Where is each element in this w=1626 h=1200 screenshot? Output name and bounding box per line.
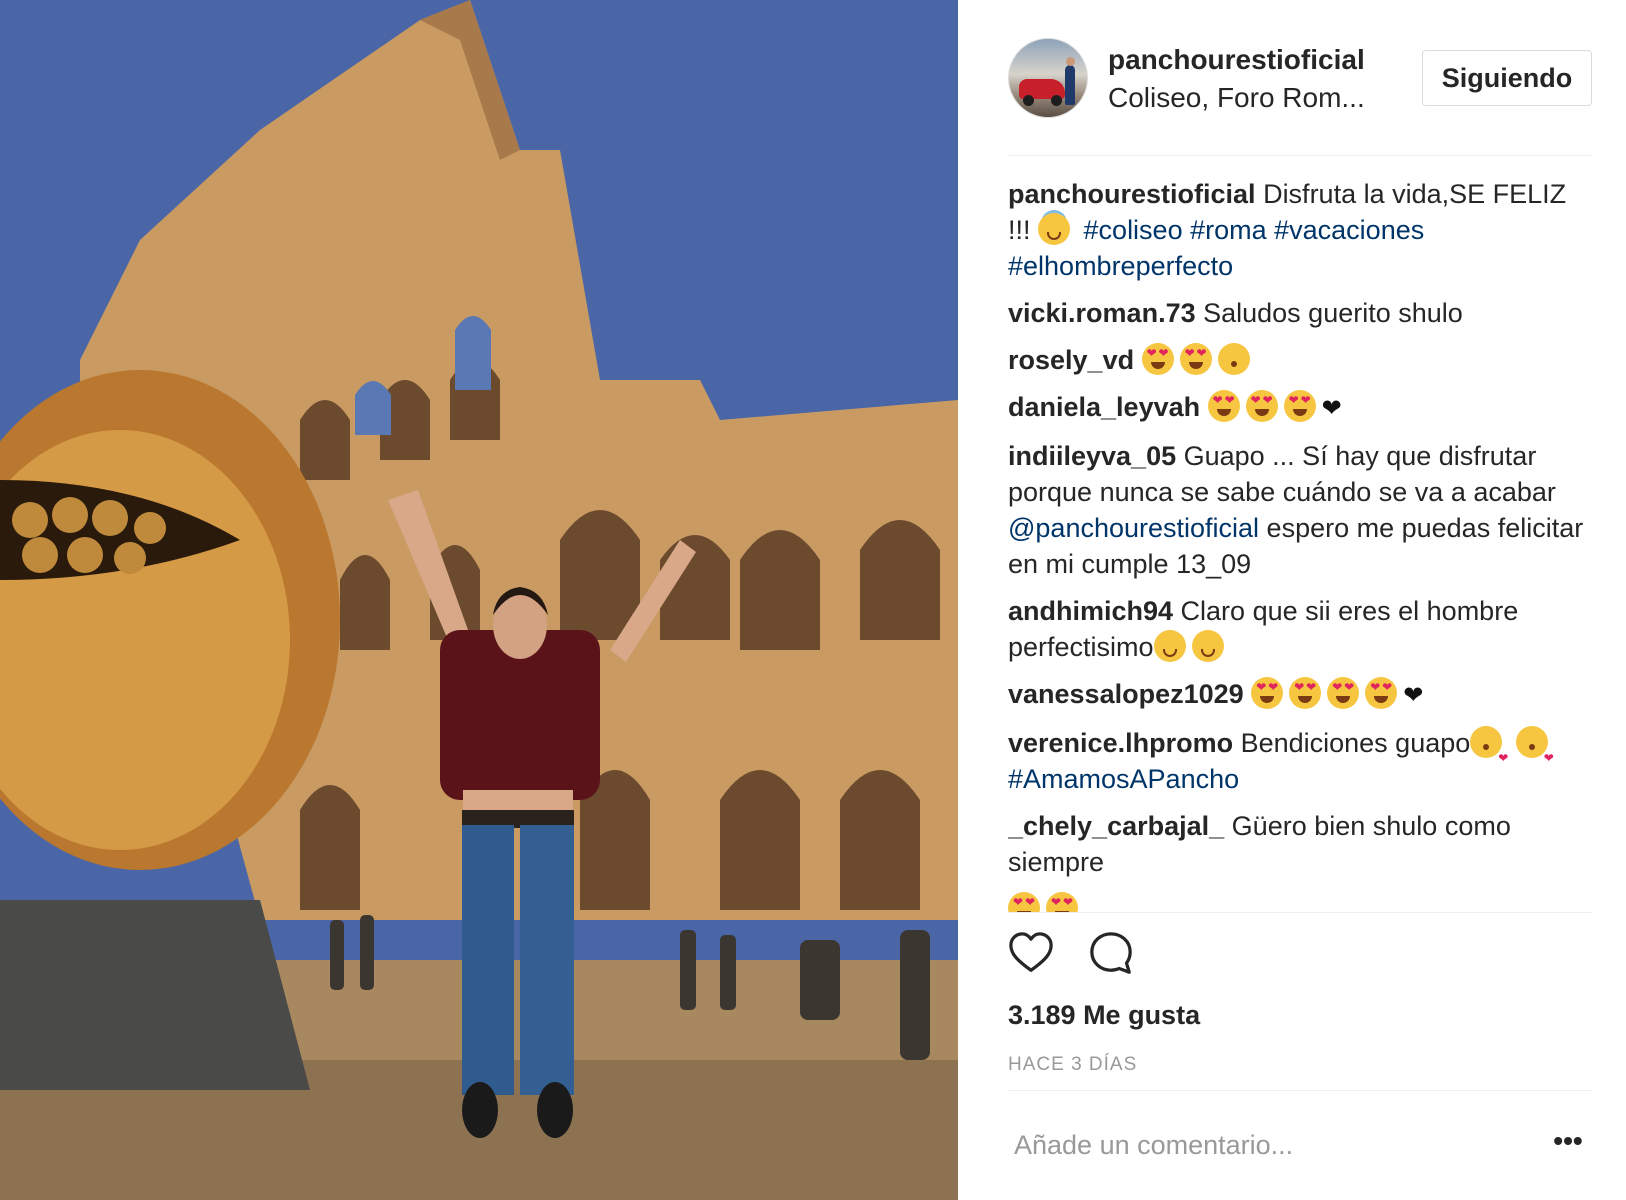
- more-options-button[interactable]: •••: [1548, 1127, 1588, 1162]
- list-item: rosely_vd: [1008, 342, 1592, 378]
- comment-username[interactable]: vicki.roman.73: [1008, 298, 1196, 328]
- likes-count[interactable]: 3.189 Me gusta: [1008, 1000, 1200, 1031]
- black-heart-icon: ❤: [1403, 682, 1424, 709]
- header-divider: [1008, 155, 1592, 156]
- heart-eyes-emoji-icon: [1289, 677, 1322, 709]
- comments-list[interactable]: panchourestioficial Disfruta la vida,SE …: [1008, 176, 1592, 912]
- heart-eyes-emoji-icon: [1365, 677, 1398, 709]
- comment-mention[interactable]: @panchourestioficial: [1008, 513, 1259, 543]
- smiling-halo-emoji-icon: [1038, 213, 1071, 245]
- heart-eyes-emoji-icon: [1046, 892, 1078, 912]
- colosseum-illustration: [0, 0, 958, 1200]
- comment-username[interactable]: _chely_carbajal_: [1008, 811, 1224, 841]
- avatar[interactable]: [1008, 38, 1088, 118]
- comment-username[interactable]: vanessalopez1029: [1008, 679, 1244, 709]
- caption-hashtags[interactable]: #coliseo #roma #vacaciones #elhombreperf…: [1008, 215, 1424, 281]
- caption-username[interactable]: panchourestioficial: [1008, 179, 1256, 209]
- comment-box-divider: [1008, 1090, 1592, 1091]
- heart-eyes-emoji-icon: [1141, 343, 1174, 375]
- avatar-person: [1065, 65, 1075, 105]
- post-photo[interactable]: [0, 0, 958, 1200]
- list-item: verenice.lhpromo Bendiciones guapo #Amam…: [1008, 725, 1592, 797]
- header-username[interactable]: panchourestioficial: [1108, 44, 1365, 76]
- comment-hashtag[interactable]: #AmamosAPancho: [1008, 764, 1239, 794]
- comment-text: Bendiciones guapo: [1233, 728, 1471, 758]
- comment-username[interactable]: andhimich94: [1008, 596, 1173, 626]
- comment-username[interactable]: rosely_vd: [1008, 345, 1134, 375]
- list-item: daniela_leyvah ❤: [1008, 389, 1592, 427]
- comment-bubble-icon[interactable]: [1088, 930, 1134, 976]
- comment-username[interactable]: verenice.lhpromo: [1008, 728, 1233, 758]
- kissing-emoji-icon: [1217, 343, 1250, 375]
- heart-eyes-emoji-icon: [1245, 390, 1278, 422]
- post-header: panchourestioficial Coliseo, Foro Rom...…: [1008, 38, 1592, 118]
- comment-username[interactable]: daniela_leyvah: [1008, 392, 1200, 422]
- comment-text: [1200, 392, 1208, 422]
- list-item-partial: [1008, 891, 1592, 912]
- heart-eyes-emoji-icon: [1251, 677, 1284, 709]
- following-button[interactable]: Siguiendo: [1422, 50, 1592, 106]
- avatar-wheel: [1051, 95, 1062, 106]
- list-item: vanessalopez1029 ❤: [1008, 676, 1592, 714]
- list-item: _chely_carbajal_ Güero bien shulo como s…: [1008, 808, 1592, 880]
- face-blowing-kiss-emoji-icon: [1470, 726, 1508, 776]
- post-timestamp[interactable]: HACE 3 DÍAS: [1008, 1054, 1137, 1076]
- smiling-emoji-icon: [1153, 630, 1186, 662]
- post-side-panel: panchourestioficial Coliseo, Foro Rom...…: [958, 0, 1626, 1200]
- comment-text: [1134, 345, 1142, 375]
- comment-username[interactable]: indiileyva_05: [1008, 441, 1176, 471]
- heart-eyes-emoji-icon: [1207, 390, 1240, 422]
- caption: panchourestioficial Disfruta la vida,SE …: [1008, 176, 1592, 284]
- heart-eyes-emoji-icon: [1008, 892, 1040, 912]
- list-item: vicki.roman.73 Saludos guerito shulo: [1008, 295, 1592, 331]
- heart-outline-icon[interactable]: [1008, 930, 1054, 976]
- heart-eyes-emoji-icon: [1283, 390, 1316, 422]
- smiling-emoji-icon: [1191, 630, 1224, 662]
- avatar-wheel: [1023, 95, 1034, 106]
- list-item: indiileyva_05 Guapo ... Sí hay que disfr…: [1008, 438, 1592, 582]
- add-comment-input[interactable]: Añade un comentario...: [1014, 1130, 1293, 1161]
- actions-divider: [1008, 912, 1592, 913]
- heart-eyes-emoji-icon: [1327, 677, 1360, 709]
- post-actions: [1008, 930, 1592, 980]
- heart-eyes-emoji-icon: [1179, 343, 1212, 375]
- face-blowing-kiss-emoji-icon: [1515, 726, 1554, 776]
- comment-text: [1244, 679, 1252, 709]
- header-location[interactable]: Coliseo, Foro Rom...: [1108, 82, 1370, 114]
- list-item: andhimich94 Claro que sii eres el hombre…: [1008, 593, 1592, 665]
- comment-text: Saludos guerito shulo: [1195, 298, 1463, 328]
- black-heart-icon: ❤: [1321, 395, 1342, 422]
- avatar-head: [1066, 57, 1075, 66]
